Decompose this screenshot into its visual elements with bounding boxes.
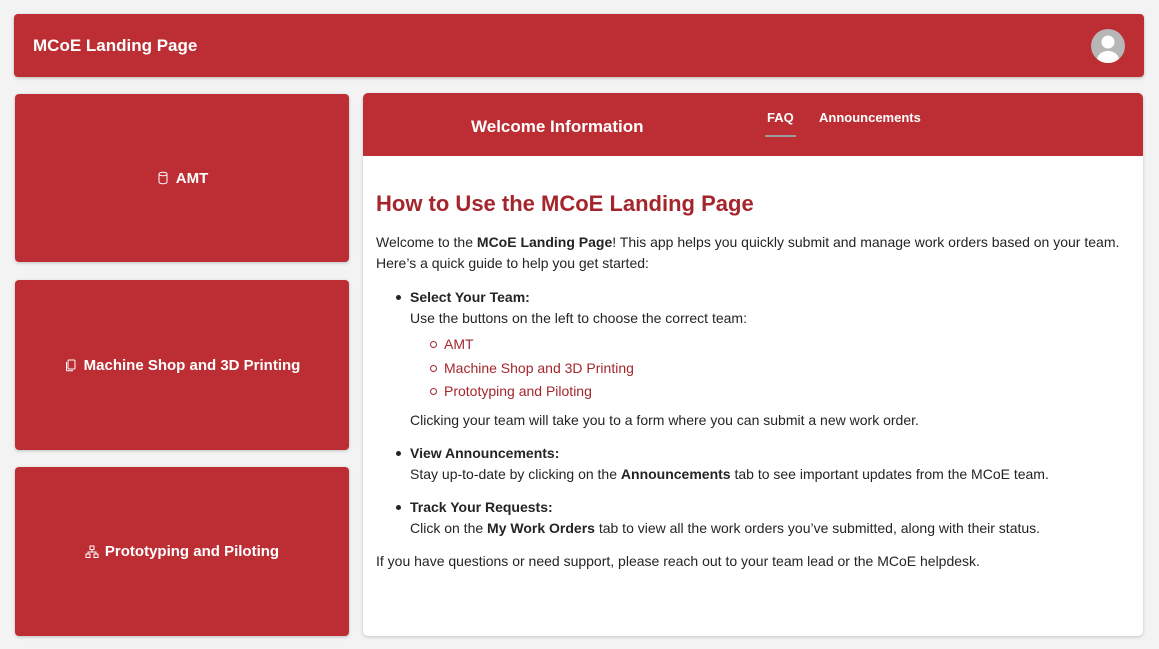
faq-steps: Select Your Team: Use the buttons on the… (376, 287, 1130, 539)
step-text-bold: Announcements (620, 465, 731, 482)
step-title: Track Your Requests: (410, 498, 553, 515)
panel-header: Welcome Information FAQ Announcements (363, 93, 1143, 156)
team-link-machine-shop[interactable]: Machine Shop and 3D Printing (410, 357, 1130, 381)
step-text-prefix: Click on the (410, 519, 488, 536)
team-button-amt[interactable]: AMT (15, 94, 349, 262)
user-avatar-icon[interactable] (1091, 28, 1125, 63)
flow-icon (85, 545, 99, 559)
step-title: Select Your Team: (410, 289, 530, 305)
intro-text: Welcome to the (376, 234, 477, 250)
faq-heading: How to Use the MCoE Landing Page (376, 191, 754, 216)
step-text: Click on the My Work Orders tab to view … (410, 518, 1130, 539)
intro-app-name: MCoE Landing Page (476, 234, 613, 250)
team-button-label: Prototyping and Piloting (104, 543, 280, 560)
faq-closing: If you have questions or need support, p… (376, 552, 980, 569)
faq-intro: Welcome to the MCoE Landing Page! This a… (376, 232, 1130, 274)
step-title: View Announcements: (410, 444, 560, 461)
team-button-machine-shop[interactable]: Machine Shop and 3D Printing (15, 280, 349, 450)
list-item: Select Your Team: Use the buttons on the… (376, 287, 1130, 431)
team-button-prototyping[interactable]: Prototyping and Piloting (15, 467, 349, 636)
step-text: Stay up-to-date by clicking on the Annou… (410, 464, 1130, 485)
step-text-suffix: tab to view all the work orders you’ve s… (594, 519, 1041, 536)
tab-announcements[interactable]: Announcements (819, 110, 921, 137)
step-text-suffix: tab to see important updates from the MC… (730, 465, 1049, 482)
team-link-prototyping[interactable]: Prototyping and Piloting (410, 380, 1130, 404)
team-button-label: Machine Shop and 3D Printing (83, 356, 301, 374)
panel-title: Welcome Information (471, 117, 644, 136)
welcome-panel: Welcome Information FAQ Announcements Ho… (363, 93, 1143, 636)
step-note: Clicking your team will take you to a fo… (410, 411, 919, 428)
team-button-label: AMT (175, 169, 209, 187)
team-links: AMT Machine Shop and 3D Printing Prototy… (410, 333, 1130, 404)
database-icon (156, 171, 170, 185)
step-text-prefix: Stay up-to-date by clicking on the (410, 465, 621, 482)
step-text-bold: My Work Orders (487, 519, 595, 536)
faq-content: How to Use the MCoE Landing Page Welcome… (363, 156, 1143, 572)
list-item: View Announcements: Stay up-to-date by c… (376, 443, 1130, 485)
tab-faq[interactable]: FAQ (765, 110, 796, 137)
copy-icon (64, 358, 78, 372)
step-text: Use the buttons on the left to choose th… (410, 310, 747, 326)
app-title: MCoE Landing Page (33, 35, 198, 55)
list-item: Track Your Requests: Click on the My Wor… (376, 497, 1130, 539)
app-header: MCoE Landing Page (14, 14, 1144, 77)
team-link-amt[interactable]: AMT (410, 333, 1130, 357)
